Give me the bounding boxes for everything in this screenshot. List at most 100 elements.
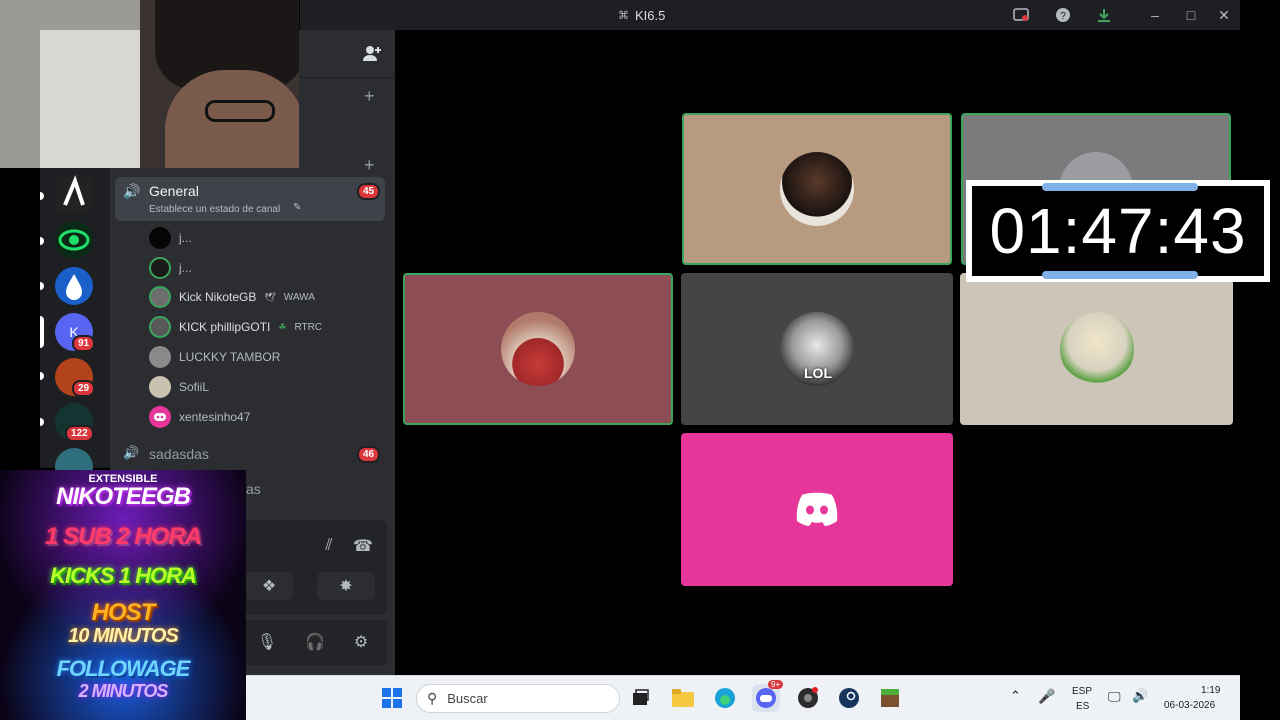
member-item[interactable]: j... bbox=[149, 256, 192, 280]
server-icon[interactable] bbox=[55, 267, 93, 305]
search-icon: ⚲ bbox=[427, 690, 438, 706]
promo-line: 2 MINUTOS bbox=[78, 681, 169, 701]
tray-chevron-icon[interactable]: ⌃ bbox=[1010, 688, 1021, 704]
maximize-icon[interactable]: □ bbox=[1182, 6, 1200, 24]
server-badge: 29 bbox=[72, 380, 96, 397]
timer-value: 01:47:43 bbox=[989, 195, 1247, 267]
windows-start-icon[interactable] bbox=[378, 684, 406, 712]
member-item[interactable]: j... bbox=[149, 226, 192, 250]
avatar bbox=[149, 286, 171, 308]
webcam-glasses bbox=[205, 100, 275, 122]
headphones-icon[interactable]: 🎧 bbox=[293, 628, 337, 656]
server-icon[interactable] bbox=[55, 175, 93, 213]
obs-icon[interactable] bbox=[794, 684, 822, 712]
channel-count-badge: 46 bbox=[357, 446, 381, 463]
promo-line: 10 MINUTOS bbox=[68, 625, 179, 647]
bird-icon: 🕊 bbox=[264, 291, 276, 302]
discord-logo-icon bbox=[794, 491, 840, 527]
member-item[interactable]: Kick NikoteGB 🕊 WAWA bbox=[149, 285, 315, 309]
task-view-icon[interactable] bbox=[626, 684, 654, 712]
screen-share-icon[interactable] bbox=[1012, 6, 1030, 24]
language-indicator-sub[interactable]: ES bbox=[1076, 701, 1089, 712]
promo-line: KICKS 1 HORA bbox=[50, 563, 197, 588]
voice-connection-panel: ⫽ ☎ ❖ ✸ bbox=[245, 520, 387, 615]
video-tile-participant[interactable] bbox=[403, 273, 673, 425]
edge-browser-icon[interactable] bbox=[711, 684, 739, 712]
avatar bbox=[149, 376, 171, 398]
server-badge: 122 bbox=[65, 425, 94, 442]
window-title: ⌘ KI6.5 bbox=[618, 8, 666, 23]
video-tile-participant[interactable] bbox=[682, 113, 952, 265]
webcam-background bbox=[40, 30, 140, 168]
server-badge: 91 bbox=[72, 335, 96, 352]
discord-avatar-icon bbox=[149, 406, 171, 428]
promo-line: HOST bbox=[91, 599, 156, 626]
promo-line: 1 SUB 2 HORA bbox=[44, 523, 202, 550]
speaker-icon: 🔊 bbox=[123, 183, 141, 199]
settings-icon[interactable]: ⚙ bbox=[339, 628, 383, 656]
network-icon[interactable]: 🖵 bbox=[1108, 689, 1121, 705]
microphone-tray-icon[interactable]: 🎤 bbox=[1038, 688, 1055, 705]
avatar bbox=[149, 316, 171, 338]
timer-bar bbox=[1042, 183, 1198, 191]
disconnect-icon[interactable]: ☎ bbox=[341, 532, 385, 560]
webcam-overlay bbox=[0, 0, 299, 168]
clock-time[interactable]: 1:19 bbox=[1201, 685, 1220, 696]
download-icon[interactable] bbox=[1095, 6, 1113, 24]
leaf-icon: ☘ bbox=[278, 321, 287, 332]
server-icon[interactable] bbox=[55, 221, 93, 259]
voice-channel-sadasdas[interactable]: 🔊 sadasdas 46 bbox=[115, 442, 385, 468]
help-icon[interactable]: ? bbox=[1054, 6, 1072, 24]
member-item[interactable]: KICK phillipGOTI ☘ RTRC bbox=[149, 315, 322, 339]
taskbar-search[interactable]: ⚲ Buscar bbox=[416, 684, 620, 713]
minecraft-icon[interactable] bbox=[876, 684, 904, 712]
channel-status: Establece un estado de canal bbox=[149, 204, 281, 215]
avatar bbox=[1059, 312, 1134, 386]
member-item[interactable]: SofiiL bbox=[149, 375, 209, 399]
volume-icon[interactable]: 🔊 bbox=[1132, 688, 1148, 704]
svg-text:?: ? bbox=[1060, 11, 1066, 22]
timer-bar bbox=[1042, 271, 1198, 279]
close-icon[interactable]: ✕ bbox=[1215, 6, 1233, 24]
avatar bbox=[780, 152, 854, 226]
avatar bbox=[149, 346, 171, 368]
speaker-icon: 🔊 bbox=[123, 445, 140, 460]
add-category-icon[interactable]: + bbox=[364, 86, 375, 107]
voice-channel-general[interactable]: 🔊 General Establece un estado de canal ✎… bbox=[115, 177, 385, 221]
discord-taskbar-icon[interactable]: 9+ bbox=[752, 680, 784, 712]
avatar bbox=[149, 257, 171, 279]
promo-line: FOLLOWAGE bbox=[56, 656, 191, 681]
pencil-icon[interactable]: ✎ bbox=[293, 202, 301, 213]
video-tile-discord[interactable] bbox=[681, 433, 953, 586]
steam-icon[interactable] bbox=[835, 684, 863, 712]
clock-date[interactable]: 06-03-2026 bbox=[1164, 700, 1215, 711]
person-add-icon[interactable] bbox=[362, 44, 382, 64]
soundboard-icon[interactable]: ✸ bbox=[317, 572, 375, 600]
minimize-icon[interactable]: – bbox=[1146, 6, 1164, 24]
title-bar: ⌘ KI6.5 ? – □ ✕ bbox=[300, 0, 1240, 30]
language-indicator[interactable]: ESP bbox=[1072, 686, 1092, 697]
member-item[interactable]: LUCKKY TAMBOR bbox=[149, 345, 280, 369]
discord-hash-icon: ⌘ bbox=[618, 10, 629, 22]
channel-count-badge: 45 bbox=[357, 183, 381, 200]
video-tile-participant[interactable] bbox=[960, 273, 1233, 425]
activities-icon[interactable]: ❖ bbox=[245, 572, 293, 600]
stream-timer: 01:47:43 bbox=[966, 180, 1270, 282]
windows-taskbar: ⚲ Buscar 9+ ⌃ 🎤 ESP ES 🖵 🔊 1:19 06-03-20… bbox=[246, 675, 1240, 720]
avatar bbox=[501, 312, 575, 386]
add-channel-icon[interactable]: + bbox=[364, 155, 375, 176]
microphone-icon[interactable]: 🎙 bbox=[245, 628, 289, 656]
taskbar-badge: 9+ bbox=[768, 680, 784, 689]
promo-line: NIKOTEEGB bbox=[56, 483, 191, 510]
avatar-label: LOL bbox=[804, 365, 832, 381]
stream-promo-overlay: EXTENSIBLE NIKOTEEGB 1 SUB 2 HORA KICKS … bbox=[0, 470, 246, 720]
file-explorer-icon[interactable] bbox=[669, 684, 697, 712]
channel-name: General bbox=[149, 183, 199, 199]
channel-partial[interactable]: as bbox=[246, 481, 261, 497]
avatar bbox=[149, 227, 171, 249]
video-tile-empty[interactable] bbox=[405, 115, 673, 265]
user-panel: 🎙 🎧 ⚙ bbox=[245, 620, 387, 665]
member-item[interactable]: xentesinho47 bbox=[149, 405, 250, 429]
video-tile-participant[interactable]: LOL bbox=[681, 273, 953, 425]
server-selected-pill bbox=[40, 316, 44, 348]
